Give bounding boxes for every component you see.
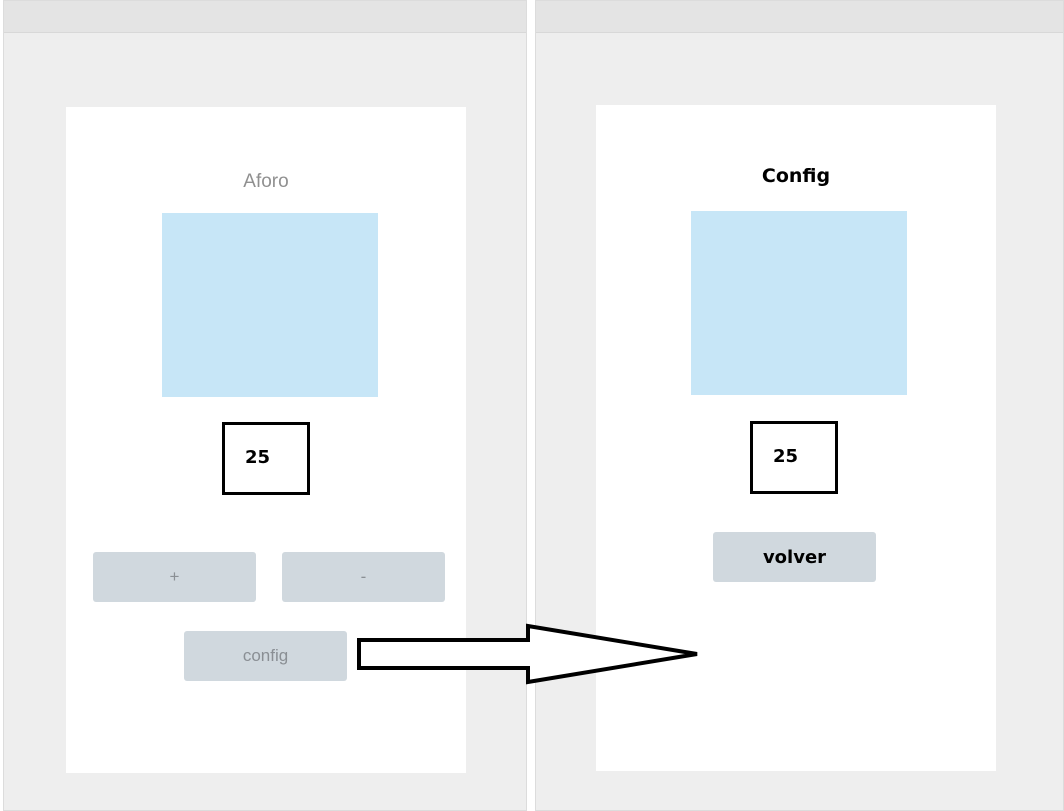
left-frame: Aforo 25 + - config	[3, 0, 527, 811]
config-title: Config	[761, 165, 831, 187]
minus-button[interactable]: -	[282, 552, 445, 602]
left-frame-topbar	[4, 1, 526, 33]
aforo-screen: Aforo 25 + - config	[66, 107, 466, 773]
config-counter-value: 25	[773, 446, 799, 467]
config-screen: Config 25 volver	[596, 105, 996, 771]
aforo-counter-value: 25	[245, 447, 271, 468]
volver-button[interactable]: volver	[713, 532, 876, 582]
right-frame-topbar	[536, 1, 1063, 33]
config-button[interactable]: config	[184, 631, 347, 681]
aforo-image-placeholder	[162, 213, 378, 397]
aforo-counter: 25	[222, 422, 310, 495]
right-frame: Config 25 volver	[535, 0, 1064, 811]
plus-button[interactable]: +	[93, 552, 256, 602]
config-image-placeholder	[691, 211, 907, 395]
aforo-title: Aforo	[243, 171, 289, 192]
config-counter: 25	[750, 421, 838, 494]
